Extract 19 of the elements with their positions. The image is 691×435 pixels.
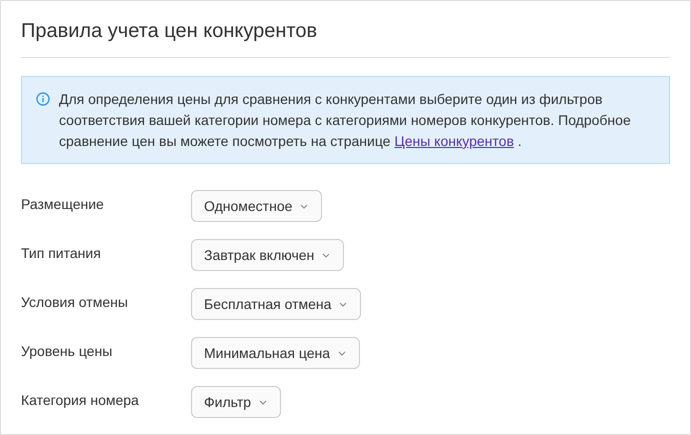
page-title: Правила учета цен конкурентов (21, 19, 318, 44)
caret-icon (338, 350, 346, 356)
caret-icon (259, 400, 268, 404)
competitor-prices-link[interactable]: Цены конкурентов (394, 133, 514, 149)
caret-icon (322, 252, 330, 258)
dropdown[interactable]: Одноместное (191, 190, 322, 222)
field-label: Тип питания (21, 245, 102, 261)
field-label: Условия отмены (21, 294, 129, 310)
info-text: Для определения цены для сравнения с конкурентами выберите один из фильтров соответствия вашей категории номера с категориями номеров конкурентов. Подробное сравнение цен вы можете посмотреть на странице Цены конкурентов . (59, 90, 632, 151)
caret-icon (300, 204, 308, 208)
dropdown[interactable]: Завтрак включен (191, 239, 344, 271)
info-icon (36, 92, 50, 106)
dropdown[interactable]: Минимальная цена (191, 337, 360, 369)
field-label: Размещение (21, 196, 105, 212)
field-label: Категория номера (21, 392, 140, 408)
dropdown[interactable]: Фильтр (191, 386, 282, 418)
dropdown[interactable]: Бесплатная отмена (191, 288, 362, 320)
field-label: Уровень цены (21, 343, 114, 359)
caret-icon (339, 302, 348, 306)
